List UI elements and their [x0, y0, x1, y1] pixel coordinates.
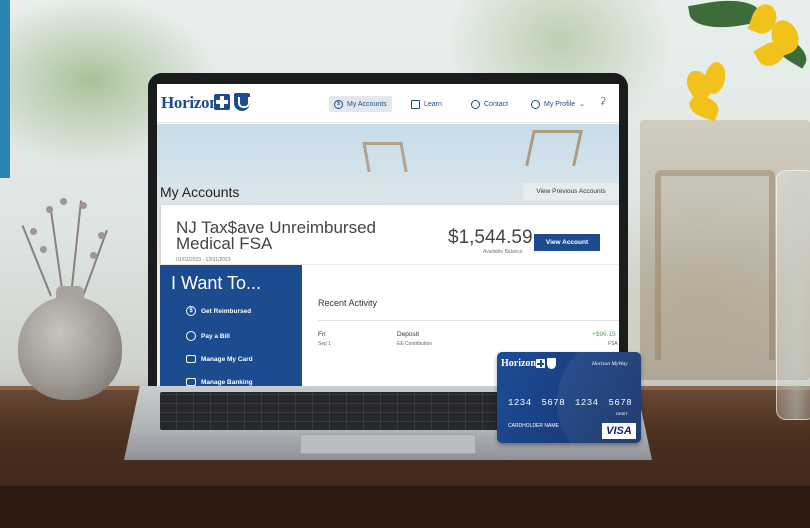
hero-banner: My Accounts View Previous Accounts NJ Ta… — [157, 124, 619, 281]
bank-icon — [186, 378, 196, 386]
activity-type: Deposit — [397, 331, 420, 338]
card-debit-label: DEBIT — [616, 411, 628, 416]
horizon-logo[interactable]: Horizon — [161, 93, 219, 113]
dollar-circle-icon: $ — [334, 99, 343, 109]
laptop-trackpad — [300, 434, 476, 454]
activity-day: Fri — [318, 331, 326, 338]
card-shield-icon — [547, 358, 556, 369]
decorative-blue-strip — [0, 0, 10, 178]
user-circle-icon — [531, 99, 540, 109]
activity-amount: +$96.15 — [592, 331, 616, 338]
card-number: 1234 5678 1234 5678 — [508, 398, 633, 408]
pay-a-bill-link[interactable]: Pay a Bill — [186, 331, 230, 341]
account-balance: $1,544.59 — [448, 227, 533, 248]
chevron-down-icon: ⌄ — [579, 101, 585, 108]
phone-icon — [471, 99, 480, 109]
nav-learn-label: Learn — [424, 100, 442, 108]
view-previous-accounts-button[interactable]: View Previous Accounts — [523, 183, 619, 200]
table-front — [0, 486, 810, 528]
card-icon — [186, 355, 196, 363]
nav-my-accounts-label: My Accounts — [347, 100, 387, 108]
activity-detail: EE Contribution — [397, 341, 433, 347]
nav-my-profile[interactable]: My Profile ⌄ — [531, 96, 585, 112]
cardholder-name: CARDHOLDER NAME — [508, 423, 559, 429]
dollar-icon: $ — [186, 306, 196, 316]
nav-learn[interactable]: Learn — [411, 96, 442, 112]
ceramic-vase — [18, 296, 122, 400]
get-reimbursed-link[interactable]: $ Get Reimbursed — [186, 306, 251, 316]
top-navigation-bar: Horizon $ My Accounts Learn Contact My P… — [157, 84, 619, 123]
blue-shield-logo-icon — [234, 93, 250, 111]
i-want-to-panel: I Want To... $ Get Reimbursed Pay a Bill… — [160, 265, 302, 386]
book-icon — [411, 99, 420, 109]
visa-logo: VISA — [602, 423, 636, 439]
activity-account: FSA — [608, 341, 618, 347]
manage-my-card-label: Manage My Card — [201, 355, 253, 363]
glass-vase — [776, 170, 810, 420]
beach-chair — [525, 130, 583, 166]
account-plan-dates: 01/01/2023 - 12/31/2023 — [176, 257, 231, 263]
i-want-to-title: I Want To... — [171, 273, 262, 293]
view-account-button[interactable]: View Account — [534, 234, 600, 251]
manage-banking-label: Manage Banking — [201, 378, 253, 386]
debit-card: Horizon Horizon MyWay 1234 5678 1234 567… — [497, 352, 641, 443]
nav-my-accounts[interactable]: $ My Accounts — [329, 96, 392, 112]
card-cross-icon — [536, 359, 545, 368]
activity-date: Sep 1 — [318, 341, 332, 347]
manage-banking-link[interactable]: Manage Banking — [186, 378, 253, 386]
hand-money-icon — [186, 331, 196, 341]
nav-my-profile-label: My Profile — [544, 100, 576, 108]
account-name: NJ Tax$ave Unreimbursed Medical FSA — [176, 218, 376, 253]
background-chair — [655, 170, 775, 360]
card-brand-name: Horizon MyWay — [592, 361, 628, 367]
get-reimbursed-label: Get Reimbursed — [201, 307, 252, 315]
manage-my-card-link[interactable]: Manage My Card — [186, 355, 253, 363]
beach-chair — [362, 142, 408, 172]
divider — [318, 320, 619, 321]
pay-a-bill-label: Pay a Bill — [201, 332, 230, 340]
blue-cross-logo-icon — [214, 94, 230, 110]
nav-contact[interactable]: Contact — [471, 96, 508, 112]
card-horizon-logo: Horizon — [501, 358, 536, 369]
available-balance-label: Available Balance — [483, 249, 523, 255]
bell-icon[interactable]: ⚳ — [599, 96, 606, 107]
recent-activity-title: Recent Activity — [318, 298, 378, 308]
page-title: My Accounts — [160, 184, 240, 200]
nav-contact-label: Contact — [484, 100, 509, 108]
laptop-screen: Horizon $ My Accounts Learn Contact My P… — [157, 84, 619, 386]
